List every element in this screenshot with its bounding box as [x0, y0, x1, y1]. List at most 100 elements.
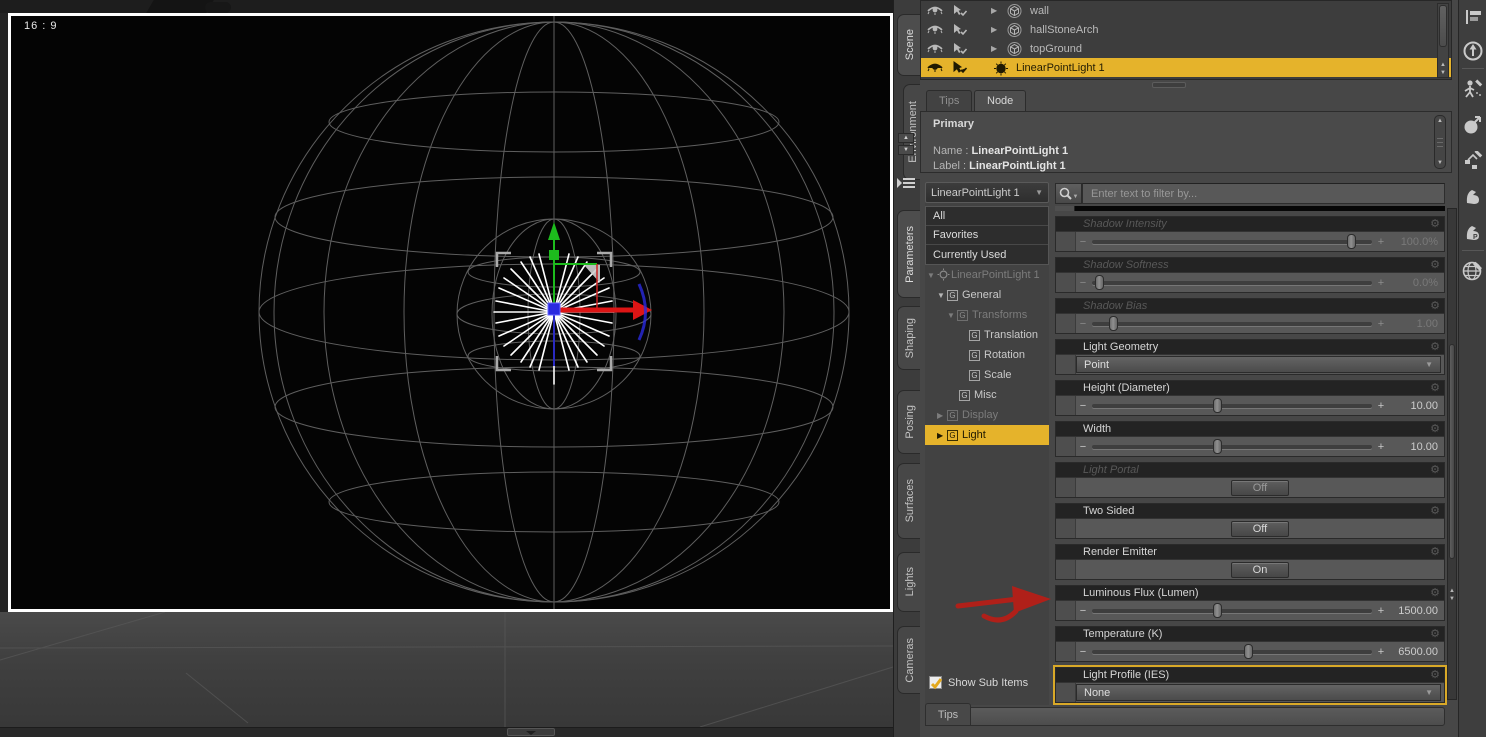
scene-item-linearpointlight[interactable]: LinearPointLight 1: [921, 58, 1451, 77]
param-value[interactable]: 1.00: [1388, 318, 1444, 330]
param-value[interactable]: 10.00: [1388, 400, 1444, 412]
caret-right-icon[interactable]: ▶: [937, 431, 947, 440]
tree-item-root[interactable]: ▼ LinearPointLight 1: [925, 265, 1049, 285]
tab-cameras[interactable]: Cameras: [897, 626, 921, 694]
gear-icon[interactable]: ⚙: [1430, 669, 1440, 681]
scrollbar-thumb[interactable]: [1449, 344, 1455, 559]
tips-tab[interactable]: Tips: [925, 703, 971, 726]
gear-icon[interactable]: ⚙: [1430, 505, 1440, 517]
scrollbar-thumb[interactable]: [1439, 5, 1447, 47]
light-geometry-dropdown[interactable]: Point ▼: [1076, 356, 1441, 373]
gear-icon[interactable]: ⚙: [1430, 587, 1440, 599]
node-scrollbar[interactable]: ▲ ▼: [1434, 115, 1446, 169]
visibility-eye-icon[interactable]: [927, 61, 945, 75]
gear-icon[interactable]: ⚙: [1430, 423, 1440, 435]
tab-lights[interactable]: Lights: [897, 552, 921, 612]
tab-posing[interactable]: Posing: [897, 390, 921, 454]
tree-item-general[interactable]: ▼ G General: [925, 285, 1049, 305]
visibility-eye-icon[interactable]: [927, 4, 945, 18]
node-selector-dropdown[interactable]: LinearPointLight 1 ▼: [925, 182, 1049, 203]
tab-scroll-down-button[interactable]: ▼: [898, 145, 914, 155]
scroll-down-icon[interactable]: ▼: [1448, 596, 1456, 602]
slider-track[interactable]: [1092, 274, 1372, 290]
gear-icon[interactable]: ⚙: [1430, 464, 1440, 476]
tree-item-rotation[interactable]: G Rotation: [925, 345, 1049, 365]
filter-currently-used[interactable]: Currently Used: [926, 245, 1048, 264]
pane-menu-icon[interactable]: [897, 176, 917, 198]
muscle-p-icon[interactable]: P: [1461, 220, 1485, 246]
slider-thumb[interactable]: [1109, 315, 1119, 331]
viewport-3d[interactable]: 16 : 9: [0, 0, 894, 737]
scroll-down-icon[interactable]: ▼: [1435, 160, 1445, 166]
expand-caret-icon[interactable]: ▶: [991, 44, 1001, 53]
tree-item-display[interactable]: ▶ G Display: [925, 405, 1049, 425]
show-sub-items-checkbox[interactable]: Show Sub Items: [929, 676, 1028, 690]
filter-favorites[interactable]: Favorites: [926, 226, 1048, 245]
decrement-button[interactable]: −: [1076, 318, 1090, 330]
decrement-button[interactable]: −: [1076, 646, 1090, 658]
slider-thumb[interactable]: [1213, 438, 1222, 454]
caret-down-icon[interactable]: ▼: [947, 311, 957, 320]
parameters-scrollbar[interactable]: ▲ ▼: [1447, 208, 1457, 700]
increment-button[interactable]: +: [1374, 605, 1388, 617]
render-emitter-toggle[interactable]: On: [1231, 561, 1289, 578]
increment-button[interactable]: +: [1374, 400, 1388, 412]
slider-thumb[interactable]: [1243, 643, 1253, 659]
decrement-button[interactable]: −: [1076, 441, 1090, 453]
caret-down-icon[interactable]: ▼: [927, 271, 937, 280]
tab-node[interactable]: Node: [974, 90, 1027, 111]
tab-tips-node-panel[interactable]: Tips: [926, 90, 973, 111]
slider-track[interactable]: [1092, 315, 1372, 331]
sphere-arrow-icon[interactable]: [1461, 112, 1485, 138]
slider-thumb[interactable]: [1213, 397, 1222, 413]
scroll-down-icon[interactable]: ▼: [1438, 70, 1448, 76]
gear-icon[interactable]: ⚙: [1430, 628, 1440, 640]
slider-track[interactable]: [1092, 438, 1372, 454]
slider-track[interactable]: [1092, 233, 1372, 249]
scroll-up-icon[interactable]: ▲: [1435, 118, 1445, 124]
param-value[interactable]: 6500.00: [1388, 646, 1444, 658]
selectable-pointer-icon[interactable]: [951, 4, 969, 18]
decrement-button[interactable]: −: [1076, 400, 1090, 412]
tab-environment[interactable]: Environment: [903, 84, 921, 180]
tree-item-translation[interactable]: G Translation: [925, 325, 1049, 345]
tree-item-light[interactable]: ▶ G Light: [925, 425, 1049, 445]
compass-icon[interactable]: [1461, 38, 1485, 64]
filter-all[interactable]: All: [926, 207, 1048, 226]
caret-down-icon[interactable]: ▼: [937, 291, 947, 300]
increment-button[interactable]: +: [1374, 236, 1388, 248]
expand-caret-icon[interactable]: ▶: [991, 6, 1001, 15]
slider-track[interactable]: [1092, 643, 1372, 659]
param-value[interactable]: 100.0%: [1388, 236, 1444, 248]
filter-search-input[interactable]: [1082, 183, 1445, 204]
scene-scrollbar[interactable]: ▲ ▼: [1437, 3, 1449, 78]
tree-item-misc[interactable]: G Misc: [925, 385, 1049, 405]
gear-icon[interactable]: ⚙: [1430, 300, 1440, 312]
increment-button[interactable]: +: [1374, 318, 1388, 330]
tab-shaping[interactable]: Shaping: [897, 306, 921, 370]
caret-right-icon[interactable]: ▶: [937, 411, 947, 420]
gear-icon[interactable]: ⚙: [1430, 382, 1440, 394]
param-value[interactable]: 10.00: [1388, 441, 1444, 453]
gear-icon[interactable]: ⚙: [1430, 259, 1440, 271]
increment-button[interactable]: +: [1374, 441, 1388, 453]
slider-thumb[interactable]: [1347, 233, 1357, 249]
gear-icon[interactable]: ⚙: [1430, 341, 1440, 353]
decrement-button[interactable]: −: [1076, 605, 1090, 617]
scroll-up-icon[interactable]: ▲: [1438, 62, 1448, 68]
selectable-pointer-icon[interactable]: [951, 42, 969, 56]
tab-parameters[interactable]: Parameters: [897, 210, 921, 298]
slider-track[interactable]: [1092, 397, 1372, 413]
expand-caret-icon[interactable]: ▶: [991, 25, 1001, 34]
tree-item-transforms[interactable]: ▼ G Transforms: [925, 305, 1049, 325]
tab-scene[interactable]: Scene: [897, 14, 921, 76]
rig-edit-icon[interactable]: [1461, 148, 1485, 174]
scene-item-topground[interactable]: ▶ topGround: [921, 39, 1451, 58]
muscle-icon[interactable]: [1461, 184, 1485, 210]
scene-item-hallstonearch[interactable]: ▶ hallStoneArch: [921, 20, 1451, 39]
scroll-up-icon[interactable]: ▲: [1448, 588, 1456, 594]
panel-splitter[interactable]: [920, 80, 1452, 90]
visibility-eye-icon[interactable]: [927, 42, 945, 56]
slider-thumb[interactable]: [1213, 602, 1222, 618]
gear-icon[interactable]: ⚙: [1430, 218, 1440, 230]
